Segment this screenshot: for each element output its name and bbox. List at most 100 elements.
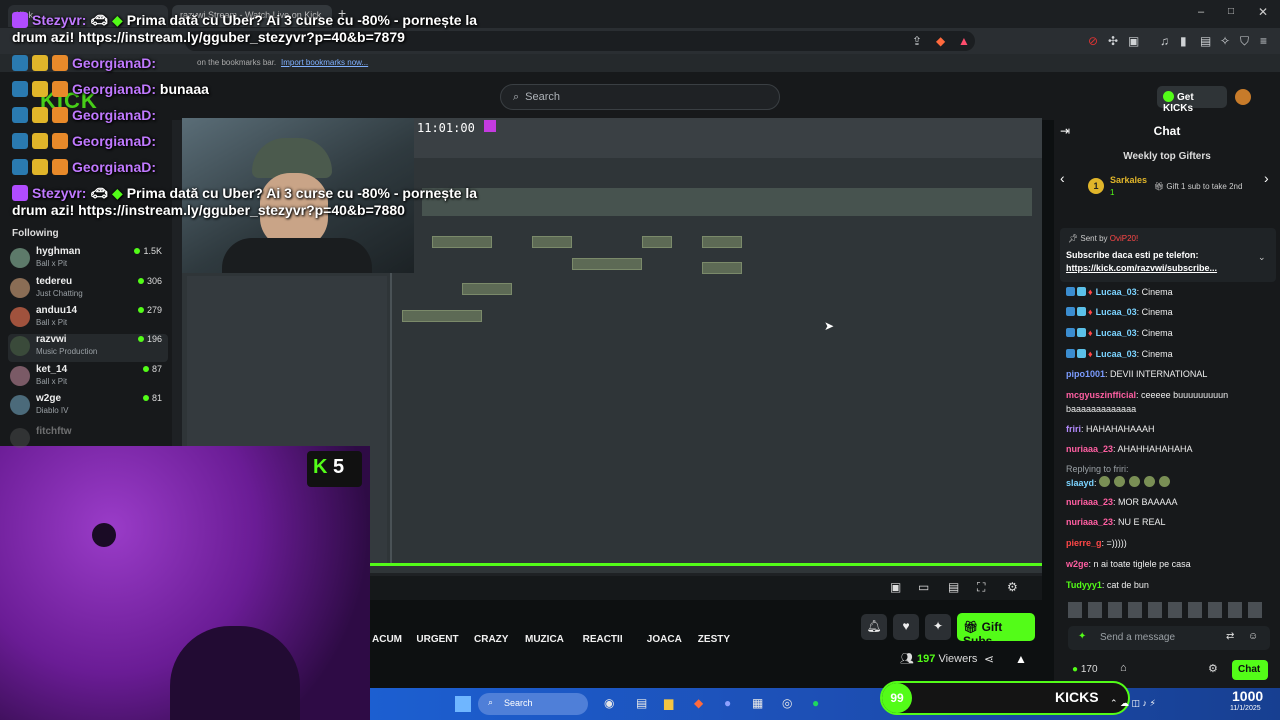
chat-username[interactable]: pierre_g [1066,538,1102,548]
sidebar-icon[interactable]: ▮ [1180,34,1187,48]
sidebar-item-viewers: 81 [142,393,162,403]
chat-input[interactable]: ✦ Send a message ⇄ ☺ [1068,626,1270,650]
pinned-message[interactable]: 📌︎ Sent by OviP20! Subscribe daca esti p… [1060,228,1276,282]
sparkle-icon[interactable]: ✦ [925,614,951,640]
sidebar-item-hyghman[interactable]: hyghman Ball x Pit 1.5K [8,246,168,274]
avatar [10,366,30,386]
screenshot-icon[interactable]: ▣ [1128,34,1139,48]
share-icon[interactable]: ⋖ [984,652,994,666]
translate-icon[interactable]: ⇄ [1226,631,1234,642]
tag-joaca[interactable]: JOACA [647,634,682,645]
chat-text: n ai toate tiglele pe casa [1093,559,1191,569]
chat-username[interactable]: slaayd [1066,478,1094,488]
tag-urgent[interactable]: URGENT [416,634,458,645]
chat-username[interactable]: Lucaa_03 [1096,349,1137,359]
sidebar-item-viewers: 279 [137,305,162,315]
obs-icon[interactable]: ◎ [782,696,792,710]
crown-icon [32,81,48,97]
minimize-icon[interactable]: – [1198,6,1204,18]
brave-shield-icon[interactable]: ◆ [936,34,945,48]
sidebar-item-anduu14[interactable]: anduu14 Ball x Pit 279 [8,305,168,333]
sidebar-item-ket_14[interactable]: ket_14 Ball x Pit 87 [8,364,168,392]
chat-username[interactable]: Lucaa_03 [1096,328,1137,338]
tag-zesty[interactable]: ZESTY [698,634,730,645]
import-bookmarks-link[interactable]: Import bookmarks now... [281,58,368,67]
chevron-right-icon[interactable]: › [1264,170,1269,186]
avatar[interactable] [1235,89,1251,105]
badge-icon [12,159,28,175]
collapse-chat-icon[interactable]: ⇥ [1060,124,1070,138]
taskbar-app-icon[interactable]: ▤ [636,696,647,710]
kicks-label: KICKS [1055,689,1099,705]
chat-username[interactable]: mcgyuszinfficial [1066,390,1136,400]
tag-acum[interactable]: ACUM [372,634,402,645]
tag-reactii[interactable]: REACTII [583,634,623,645]
store-icon[interactable]: ⌂ [1120,662,1127,674]
chevron-down-icon[interactable]: ⌄ [1258,252,1266,263]
chat-username[interactable]: w2ge [1066,559,1089,569]
send-chat-button[interactable]: Chat [1232,660,1268,680]
share-icon[interactable]: ⇪ [912,34,922,48]
emoji-icon[interactable]: ☺ [1248,631,1258,642]
taskbar-app-icon[interactable]: ◉ [604,696,614,710]
chat-message: w2ge: n ai toate tiglele pe casa [1066,558,1278,571]
report-icon[interactable]: ▲ [1015,652,1027,666]
bookmarks-hint: on the bookmarks bar. [197,58,277,67]
chat-username[interactable]: friri [1066,424,1081,434]
alert-text-2: drum azi! https://instream.ly/gguber_ste… [12,202,405,218]
chat-message: pipo1001: DEVII INTERNATIONAL [1066,368,1278,381]
puzzle-icon[interactable]: ✣ [1108,34,1118,48]
vpn-icon[interactable]: ⛉ [1240,34,1249,49]
chat-text: AHAHHAHAHAHA [1117,444,1193,454]
folder-icon[interactable]: ▆ [664,696,673,710]
get-kicks-button[interactable]: Get KICKs [1157,86,1227,114]
search-input[interactable]: ⌕ Search [500,84,780,110]
taskbar-app-icon[interactable]: ▦ [752,696,763,710]
emote-row[interactable] [1068,602,1268,618]
sidebar-item-w2ge[interactable]: w2ge Diablo IV 81 [8,393,168,421]
pinned-header: 📌︎ Sent by OviP20! [1068,234,1138,243]
sidebar-item-tedereu[interactable]: tedereu Just Chatting 306 [8,276,168,304]
chat-username[interactable]: Tudyyy1 [1066,580,1102,590]
chat-username[interactable]: nuriaaa_23 [1066,497,1113,507]
chat-username[interactable]: Lucaa_03 [1096,287,1137,297]
chat-settings-icon[interactable]: ⚙ [1208,662,1218,675]
theater-icon[interactable]: ▤ [948,580,959,594]
follow-heart-icon[interactable]: ♥ [893,614,919,640]
fullscreen-icon[interactable]: ⛶ [977,580,985,595]
taskbar-date: 11/1/2025 [1230,705,1261,712]
chat-username[interactable]: nuriaaa_23 [1066,444,1113,454]
extension-icon[interactable]: ⊘ [1088,34,1098,48]
clip-icon[interactable]: ▣ [890,580,901,594]
spotify-icon[interactable]: ● [812,696,819,710]
sidebar-item-fitchftw[interactable]: fitchftw [8,426,168,454]
cinema-icon[interactable]: ▭ [918,580,929,594]
gift-subs-button[interactable]: 🎁︎ Gift Subs [957,613,1035,648]
sidebar-item-razvwi[interactable]: razvwi Music Production 196 [8,334,168,362]
top-gifter-name[interactable]: Sarkales [1110,175,1147,185]
notification-bell-icon[interactable]: 🔔︎ [861,614,887,640]
viewer-count: 81 [151,393,162,403]
close-icon[interactable]: ✕ [1258,5,1268,19]
windows-start-icon[interactable] [455,696,471,712]
tag-muzica[interactable]: MUZICA [525,634,564,645]
brave-rewards-icon[interactable]: ▲ [958,34,970,48]
wallet-icon[interactable]: ▤ [1200,34,1211,48]
discord-icon[interactable]: ● [724,696,731,710]
chat-username[interactable]: nuriaaa_23 [1066,517,1113,527]
leo-icon[interactable]: ✧ [1220,34,1230,48]
points-display[interactable]: ● 170 [1072,664,1098,675]
tray-icons[interactable]: ⌃ ☁ ◫ ♪ ⚡ [1110,698,1156,709]
chat-username[interactable]: Lucaa_03 [1096,307,1137,317]
music-icon[interactable]: ♫ [1160,34,1169,48]
taskbar-search[interactable]: ⌕ Search [478,693,588,715]
chevron-left-icon[interactable]: ‹ [1060,170,1065,186]
pinned-link[interactable]: https://kick.com/razvwi/subscribe... [1066,263,1217,273]
chat-username[interactable]: pipo1001 [1066,369,1105,379]
maximize-icon[interactable]: □ [1228,6,1234,17]
tag-crazy[interactable]: CRAZY [474,634,508,645]
brave-icon[interactable]: ◆ [694,696,703,710]
settings-icon[interactable]: ⚙ [1007,580,1018,594]
viewers-icon: 👥︎ [900,653,918,665]
menu-icon[interactable]: ≡ [1260,34,1267,48]
